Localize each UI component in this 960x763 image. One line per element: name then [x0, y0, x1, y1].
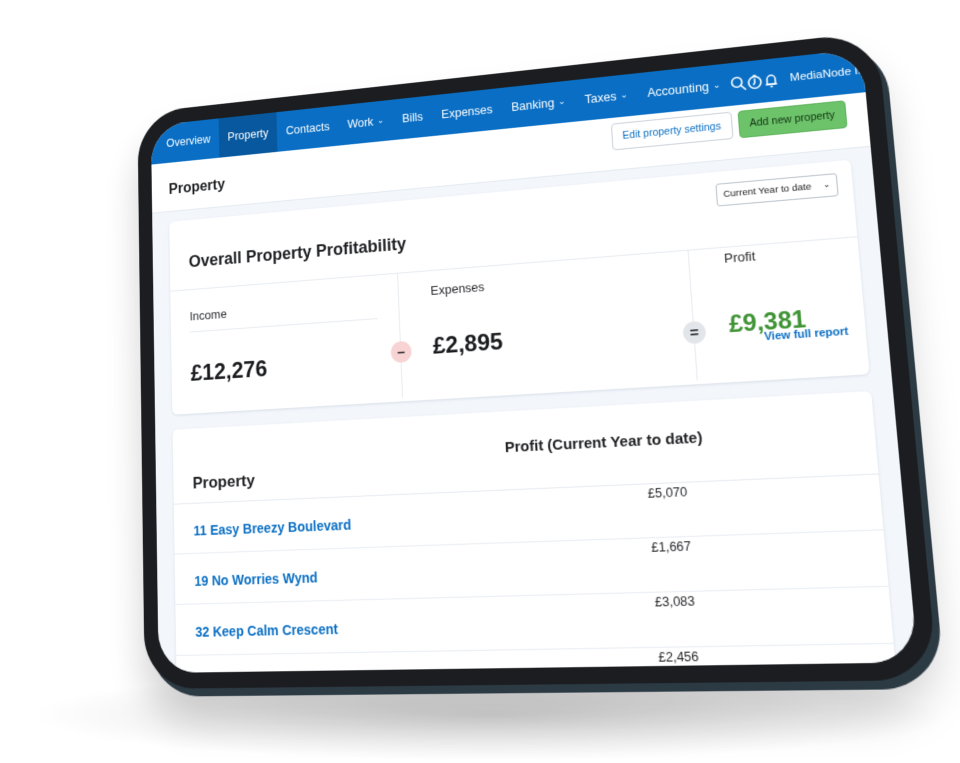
chevron-down-icon: ⌄: [619, 89, 628, 100]
tablet-frame: Overview Property Contacts Work ⌄ Bills E…: [137, 31, 938, 689]
equals-icon: =: [682, 320, 707, 345]
minus-icon: –: [390, 340, 412, 364]
nav-expenses[interactable]: Expenses: [431, 88, 503, 136]
nav-label: Contacts: [285, 120, 330, 138]
nav-label: Work: [347, 115, 374, 131]
profit-metric: = Profit £9,381: [682, 235, 878, 381]
expenses-label: Expenses: [430, 279, 485, 298]
expenses-value: £2,895: [432, 328, 504, 360]
chevron-down-icon: ⌄: [877, 61, 887, 73]
chevron-down-icon: ⌄: [712, 79, 721, 90]
income-metric: Income £12,276: [189, 274, 380, 409]
property-profit: £3,083: [654, 593, 696, 610]
page-title: Property: [168, 176, 226, 198]
nav-label: Expenses: [441, 102, 493, 122]
app-screen: Overview Property Contacts Work ⌄ Bills E…: [150, 48, 918, 673]
nav-label: Banking: [510, 96, 555, 114]
account-menu[interactable]: MediaNode Inc. ⌄: [778, 49, 912, 101]
chevron-down-icon: ⌄: [557, 95, 566, 106]
property-table: Property Profit (Current Year to date) 1…: [172, 390, 899, 673]
account-name: MediaNode Inc.: [789, 63, 875, 85]
property-profit: £5,070: [647, 484, 688, 501]
nav-label: Overview: [166, 132, 211, 150]
property-link[interactable]: 11 Easy Breezy Boulevard: [193, 517, 351, 539]
stage: Overview Property Contacts Work ⌄ Bills E…: [0, 0, 960, 763]
edit-property-settings-button[interactable]: Edit property settings: [610, 111, 734, 151]
nav-label: Property: [227, 126, 269, 144]
property-link[interactable]: 19 No Worries Wynd: [194, 569, 317, 588]
nav-property[interactable]: Property: [218, 112, 278, 158]
profitability-title: Overall Property Profitability: [188, 234, 407, 271]
chevron-down-icon: ⌄: [376, 114, 384, 125]
nav-bills[interactable]: Bills: [392, 95, 433, 140]
nav-work[interactable]: Work ⌄: [338, 100, 394, 146]
nav-label: Taxes: [584, 89, 617, 107]
nav-label: Accounting: [646, 79, 710, 100]
column-header-property: Property: [192, 471, 256, 493]
add-new-property-button[interactable]: Add new property: [737, 100, 848, 139]
income-label: Income: [189, 306, 227, 324]
nav-taxes[interactable]: Taxes ⌄: [574, 73, 639, 121]
expenses-metric: – Expenses £2,895: [390, 252, 668, 398]
nav-label: Bills: [401, 110, 424, 126]
nav-contacts[interactable]: Contacts: [277, 106, 339, 152]
property-profit: £2,456: [657, 649, 700, 665]
period-selected-value: Current Year to date: [722, 181, 812, 200]
income-value: £12,276: [190, 356, 268, 387]
period-select[interactable]: Current Year to date ⌄: [715, 173, 839, 207]
profit-label: Profit: [723, 248, 756, 266]
property-profit: £1,667: [650, 539, 692, 555]
column-header-profit: Profit (Current Year to date): [504, 429, 703, 457]
property-link[interactable]: 32 Keep Calm Crescent: [195, 621, 338, 640]
chevron-down-icon: ⌄: [822, 179, 831, 190]
